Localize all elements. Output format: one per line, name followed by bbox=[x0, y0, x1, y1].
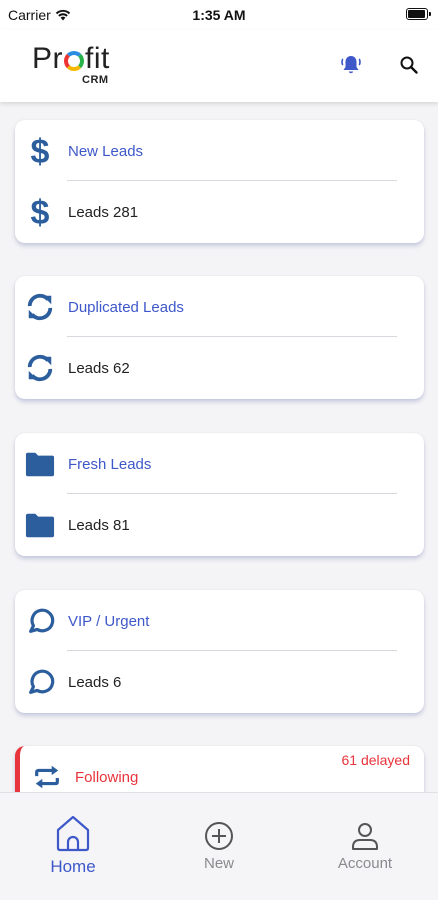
logo-ring-icon bbox=[64, 51, 84, 71]
following-card[interactable]: 61 delayed Following bbox=[15, 746, 424, 792]
svg-text:$: $ bbox=[31, 133, 50, 169]
bottom-tab-bar: Home New Account bbox=[0, 792, 438, 900]
battery-icon bbox=[406, 8, 431, 20]
card-divider bbox=[67, 650, 397, 651]
tab-new[interactable]: New bbox=[164, 821, 274, 872]
card-count-row[interactable]: $ Leads 281 bbox=[15, 182, 424, 242]
card-divider bbox=[67, 336, 397, 337]
folder-icon bbox=[25, 508, 55, 542]
vip-urgent-card[interactable]: VIP / Urgent Leads 6 bbox=[15, 590, 424, 713]
tab-label: Account bbox=[337, 855, 393, 872]
card-title-row[interactable]: Fresh Leads bbox=[15, 434, 424, 494]
repeat-icon bbox=[32, 760, 62, 792]
wifi-icon bbox=[55, 9, 70, 21]
bell-icon bbox=[341, 56, 361, 74]
new-leads-card[interactable]: $ New Leads $ Leads 281 bbox=[15, 120, 424, 243]
lead-categories-list: $ New Leads $ Leads 281 Duplicated Leads bbox=[0, 102, 438, 792]
card-count-row[interactable]: Leads 62 bbox=[15, 338, 424, 398]
status-bar: Carrier 1:35 AM bbox=[0, 0, 438, 30]
notifications-button[interactable] bbox=[338, 52, 364, 78]
sync-icon bbox=[25, 351, 55, 385]
tab-home[interactable]: Home bbox=[18, 813, 128, 877]
following-title-row[interactable]: Following bbox=[20, 746, 429, 792]
user-icon bbox=[352, 823, 378, 850]
carrier-info: Carrier bbox=[8, 7, 71, 23]
card-title: New Leads bbox=[68, 142, 144, 160]
duplicated-leads-card[interactable]: Duplicated Leads Leads 62 bbox=[15, 276, 424, 399]
search-icon bbox=[400, 56, 418, 74]
tab-account[interactable]: Account bbox=[310, 821, 420, 872]
battery-fill bbox=[408, 10, 425, 18]
following-title: Following bbox=[75, 768, 139, 786]
svg-text:$: $ bbox=[31, 194, 50, 230]
card-count: Leads 281 bbox=[68, 203, 139, 221]
card-count-row[interactable]: Leads 6 bbox=[15, 652, 424, 712]
profit-crm-logo[interactable]: Pr fit CRM bbox=[32, 42, 122, 92]
tab-label: Home bbox=[50, 857, 96, 876]
chat-bubble-icon bbox=[25, 665, 55, 699]
sync-icon bbox=[25, 290, 55, 324]
card-count: Leads 62 bbox=[68, 359, 130, 377]
carrier-label: Carrier bbox=[8, 7, 51, 23]
folder-icon bbox=[25, 447, 55, 481]
card-title: Duplicated Leads bbox=[68, 298, 184, 316]
plus-circle-icon bbox=[205, 822, 233, 850]
app-header: Pr fit CRM bbox=[0, 30, 438, 102]
dollar-icon: $ bbox=[25, 194, 55, 230]
card-title: VIP / Urgent bbox=[68, 612, 150, 630]
tab-label: New bbox=[203, 855, 234, 872]
card-divider bbox=[67, 493, 397, 494]
card-title: Fresh Leads bbox=[68, 455, 152, 473]
card-divider bbox=[67, 180, 397, 181]
logo-text-right: fit bbox=[85, 42, 110, 75]
card-count: Leads 81 bbox=[68, 516, 130, 534]
fresh-leads-card[interactable]: Fresh Leads Leads 81 bbox=[15, 433, 424, 556]
chat-bubble-icon bbox=[25, 604, 55, 638]
home-icon bbox=[56, 815, 90, 852]
card-title-row[interactable]: Duplicated Leads bbox=[15, 277, 424, 337]
card-count-row[interactable]: Leads 81 bbox=[15, 495, 424, 555]
card-title-row[interactable]: VIP / Urgent bbox=[15, 591, 424, 651]
logo-text-left: Pr bbox=[32, 42, 63, 75]
dollar-icon: $ bbox=[25, 133, 55, 169]
card-title-row[interactable]: $ New Leads bbox=[15, 121, 424, 181]
card-count: Leads 6 bbox=[68, 673, 122, 691]
logo-subtitle: CRM bbox=[82, 74, 109, 86]
logo-wordmark: Pr fit bbox=[32, 42, 122, 76]
search-button[interactable] bbox=[396, 52, 422, 78]
